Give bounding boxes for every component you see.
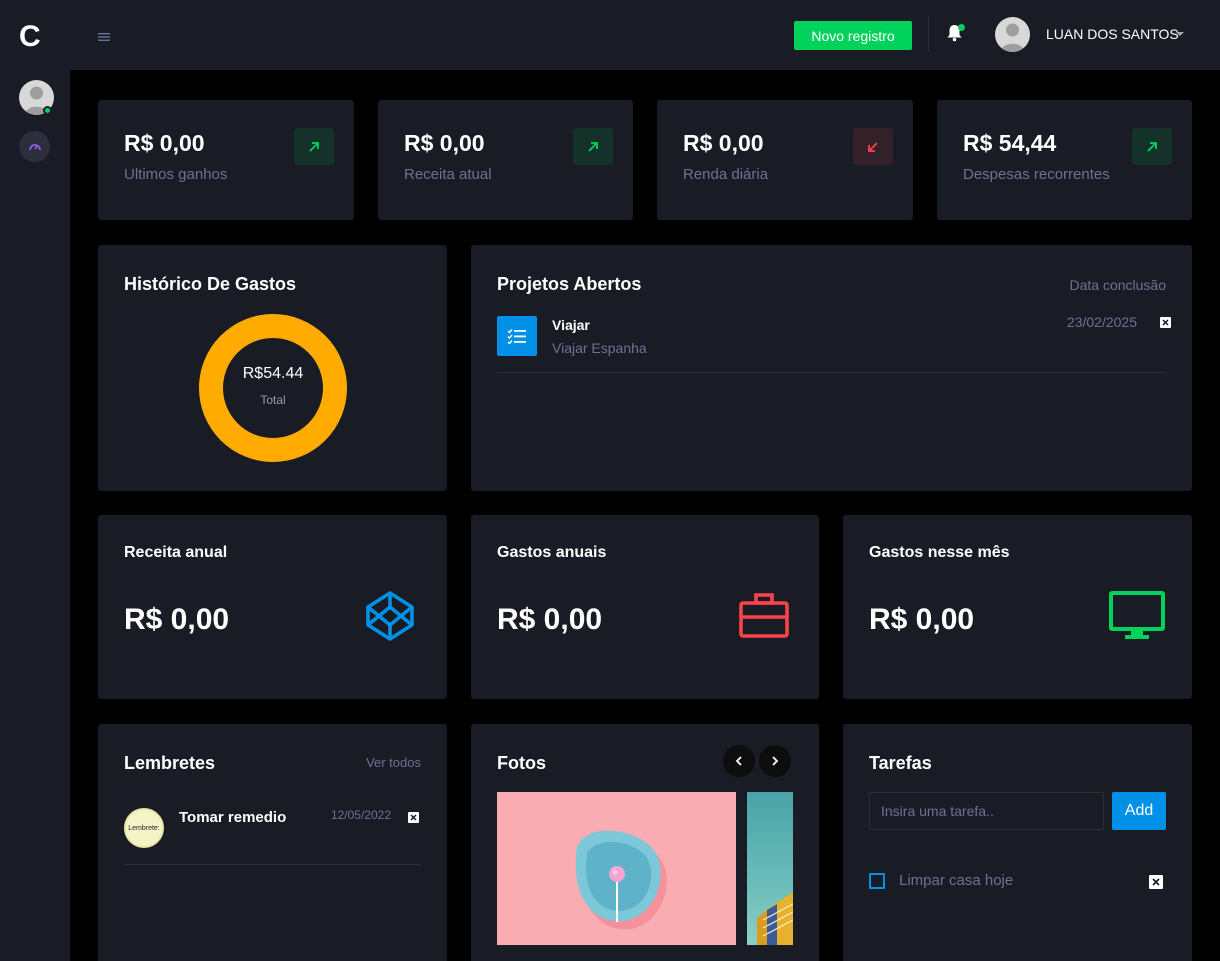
completion-date-header: Data conclusão bbox=[1069, 277, 1166, 293]
project-date: 23/02/2025 bbox=[1066, 314, 1137, 330]
stat-value: R$ 0,00 bbox=[683, 130, 764, 156]
annual-expenses-value: R$ 0,00 bbox=[497, 603, 603, 636]
project-divider bbox=[497, 372, 1166, 373]
task-input[interactable] bbox=[869, 792, 1104, 830]
chevron-left-icon bbox=[735, 756, 742, 766]
stat-value: R$ 0,00 bbox=[124, 130, 205, 156]
photos-next-button[interactable] bbox=[759, 745, 791, 777]
tasks-card: Tarefas Add Limpar casa hoje bbox=[843, 724, 1192, 961]
reminder-divider bbox=[124, 864, 421, 865]
brand-logo[interactable]: C bbox=[19, 20, 41, 54]
trend-up-badge bbox=[294, 128, 334, 165]
expense-history-card: Histórico De Gastos R$54.44 Total bbox=[98, 245, 447, 491]
open-projects-card: Projetos Abertos Data conclusão Viajar V… bbox=[471, 245, 1192, 491]
stat-label: Despesas recorrentes bbox=[963, 166, 1110, 183]
chevron-down-icon[interactable] bbox=[1176, 32, 1184, 36]
expense-donut-chart[interactable] bbox=[198, 313, 348, 463]
trend-up-badge bbox=[1132, 128, 1172, 165]
hamburger-icon bbox=[98, 33, 110, 41]
delete-task-button[interactable] bbox=[1149, 875, 1163, 889]
open-projects-title: Projetos Abertos bbox=[497, 274, 642, 294]
photo-building[interactable] bbox=[747, 792, 793, 945]
donut-total-value: R$54.44 bbox=[242, 365, 304, 382]
photo-building-image bbox=[757, 892, 793, 945]
topbar-divider bbox=[928, 16, 929, 52]
stat-card-current-revenue: R$ 0,00 Receita atual bbox=[378, 100, 633, 220]
stat-card-daily-income: R$ 0,00 Renda diária bbox=[657, 100, 913, 220]
stat-value: R$ 54,44 bbox=[963, 130, 1057, 156]
photo-lollipop-image bbox=[575, 830, 667, 930]
month-expenses-card: Gastos nesse mês R$ 0,00 bbox=[843, 515, 1192, 699]
project-subtitle: Viajar Espanha bbox=[552, 340, 647, 356]
view-all-link[interactable]: Ver todos bbox=[366, 755, 421, 770]
sidebar-item-dashboard[interactable] bbox=[19, 131, 50, 162]
reminders-card: Lembretes Ver todos Lembrete: Tomar reme… bbox=[98, 724, 447, 961]
chevron-right-icon bbox=[772, 756, 779, 766]
profile-name[interactable]: LUAN DOS SANTOS bbox=[1046, 26, 1179, 42]
briefcase-icon bbox=[739, 593, 789, 638]
stat-label: Renda diária bbox=[683, 166, 769, 183]
delete-reminder-button[interactable] bbox=[408, 812, 419, 823]
reminder-name[interactable]: Tomar remedio bbox=[179, 809, 286, 826]
stat-label: Ultimos ganhos bbox=[124, 166, 228, 183]
photo-lollipop[interactable] bbox=[497, 792, 736, 945]
app-root: C Novo registro LUAN DOS SANTOS R$ 0,00 … bbox=[0, 0, 1220, 961]
close-icon bbox=[410, 814, 417, 821]
tasks-title: Tarefas bbox=[869, 753, 932, 773]
month-expenses-title: Gastos nesse mês bbox=[869, 544, 1010, 561]
project-name[interactable]: Viajar bbox=[552, 317, 590, 333]
donut-total-label: Total bbox=[260, 393, 286, 407]
profile-avatar[interactable] bbox=[995, 17, 1030, 52]
annual-expenses-card: Gastos anuais R$ 0,00 bbox=[471, 515, 819, 699]
photos-prev-button[interactable] bbox=[723, 745, 755, 777]
month-expenses-value: R$ 0,00 bbox=[869, 603, 975, 636]
stat-label: Receita atual bbox=[404, 166, 492, 183]
arrow-down-left-icon bbox=[868, 141, 878, 152]
monitor-icon bbox=[1109, 591, 1165, 639]
stat-card-recurring-expenses: R$ 54,44 Despesas recorrentes bbox=[937, 100, 1192, 220]
reminder-date: 12/05/2022 bbox=[330, 808, 391, 822]
photos-title: Fotos bbox=[497, 753, 546, 773]
arrow-up-right-icon bbox=[1147, 141, 1157, 152]
annual-revenue-card: Receita anual R$ 0,00 bbox=[98, 515, 447, 699]
sidebar: C bbox=[0, 0, 70, 961]
arrow-up-right-icon bbox=[588, 141, 598, 152]
topbar: Novo registro LUAN DOS SANTOS bbox=[70, 0, 1220, 70]
reminders-title: Lembretes bbox=[124, 753, 216, 773]
trend-up-badge bbox=[573, 128, 613, 165]
arrow-up-right-icon bbox=[309, 141, 319, 152]
menu-toggle[interactable] bbox=[98, 29, 110, 47]
speedometer-icon bbox=[28, 143, 41, 150]
stat-card-last-earnings: R$ 0,00 Ultimos ganhos bbox=[98, 100, 354, 220]
annual-revenue-value: R$ 0,00 bbox=[124, 603, 230, 636]
expense-history-title: Histórico De Gastos bbox=[124, 274, 297, 294]
stat-value: R$ 0,00 bbox=[404, 130, 485, 156]
checklist-icon bbox=[507, 329, 526, 344]
annual-expenses-title: Gastos anuais bbox=[497, 544, 607, 561]
photos-card: Fotos bbox=[471, 724, 819, 961]
codepen-icon bbox=[366, 591, 414, 641]
reminder-avatar: Lembrete: bbox=[124, 808, 164, 848]
trend-down-badge bbox=[853, 128, 893, 165]
online-status-dot bbox=[43, 106, 52, 115]
add-task-button[interactable]: Add bbox=[1112, 792, 1166, 830]
delete-project-button[interactable] bbox=[1160, 317, 1171, 328]
donut-ring bbox=[199, 314, 347, 462]
user-silhouette-icon bbox=[1001, 23, 1024, 52]
notification-indicator bbox=[958, 24, 965, 31]
close-icon bbox=[1162, 319, 1169, 326]
task-text: Limpar casa hoje bbox=[899, 872, 1014, 889]
task-checkbox[interactable] bbox=[869, 873, 885, 889]
close-icon bbox=[1152, 878, 1160, 886]
new-record-button[interactable]: Novo registro bbox=[794, 21, 912, 50]
annual-revenue-title: Receita anual bbox=[124, 544, 228, 561]
project-icon bbox=[497, 316, 537, 356]
